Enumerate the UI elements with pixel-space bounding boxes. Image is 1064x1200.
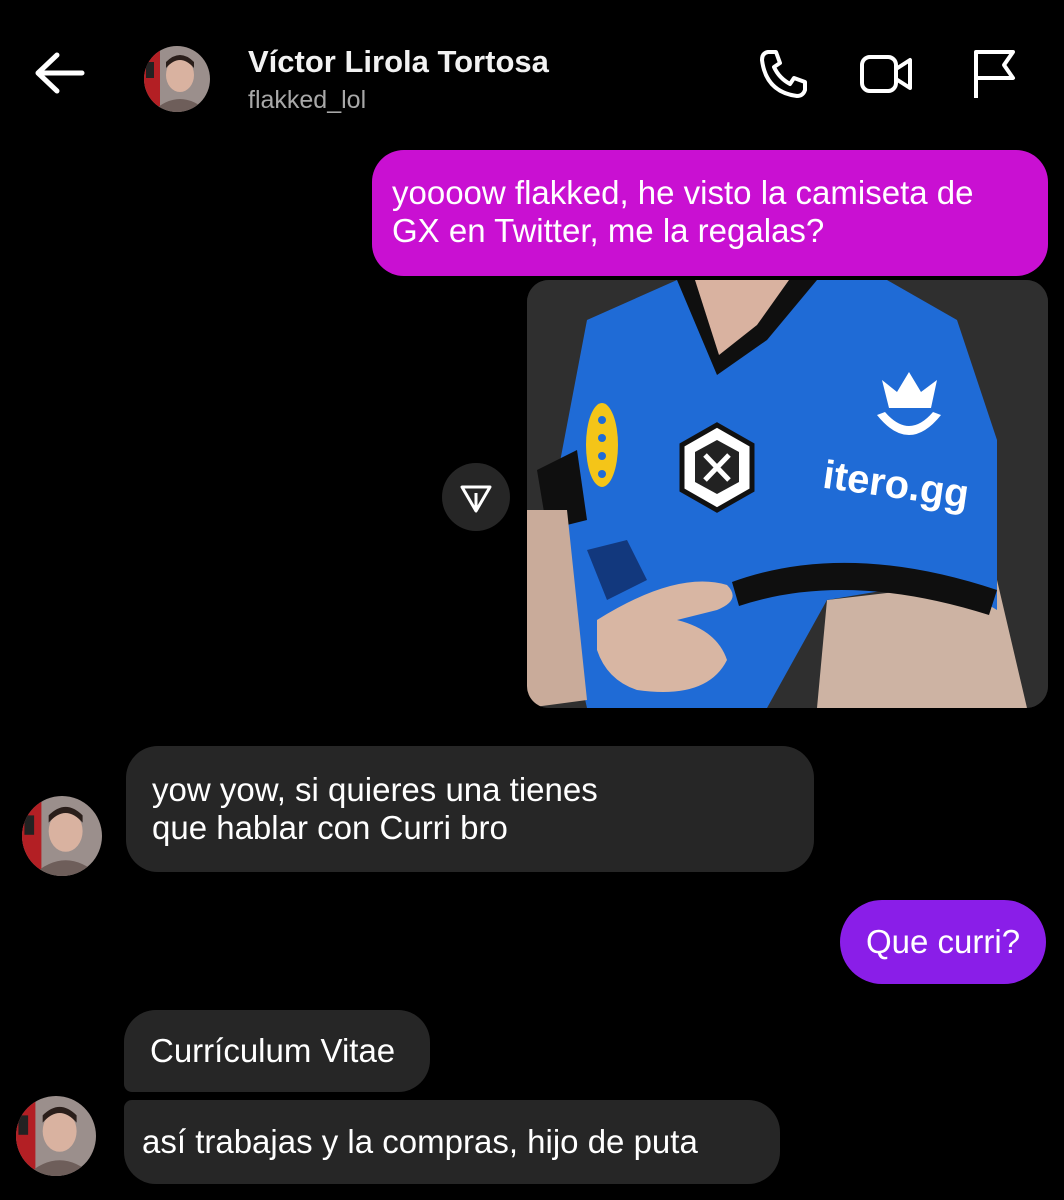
- message-text: Currículum Vitae: [150, 1032, 396, 1069]
- send-paper-plane-icon[interactable]: [442, 463, 510, 531]
- message-bubble-sent[interactable]: yoooow flakked, he visto la camiseta de …: [372, 150, 1048, 276]
- avatar[interactable]: [144, 46, 210, 112]
- message-bubble-sent[interactable]: Que curri?: [840, 900, 1046, 984]
- message-text: yoooow flakked, he visto la camiseta de …: [392, 174, 974, 249]
- message-text: así trabajas y la compras, hijo de puta: [142, 1123, 698, 1160]
- message-bubble-received[interactable]: yow yow, si quieres una tienes que habla…: [126, 746, 814, 872]
- avatar[interactable]: [16, 1096, 96, 1176]
- contact-name[interactable]: Víctor Lirola Tortosa: [248, 44, 549, 80]
- shared-photo[interactable]: itero.gg: [527, 280, 1048, 708]
- message-text: Que curri?: [866, 923, 1021, 960]
- back-arrow-icon[interactable]: [30, 48, 90, 98]
- avatar[interactable]: [22, 796, 102, 876]
- message-bubble-received[interactable]: Currículum Vitae: [124, 1010, 430, 1092]
- phone-icon[interactable]: [756, 46, 812, 102]
- contact-username: flakked_lol: [248, 86, 367, 114]
- message-text: que hablar con Curri bro: [152, 809, 508, 846]
- message-bubble-received[interactable]: así trabajas y la compras, hijo de puta: [124, 1100, 780, 1184]
- video-camera-icon[interactable]: [858, 46, 914, 102]
- message-text: yow yow, si quieres una tienes: [152, 771, 598, 808]
- flag-icon[interactable]: [966, 46, 1022, 102]
